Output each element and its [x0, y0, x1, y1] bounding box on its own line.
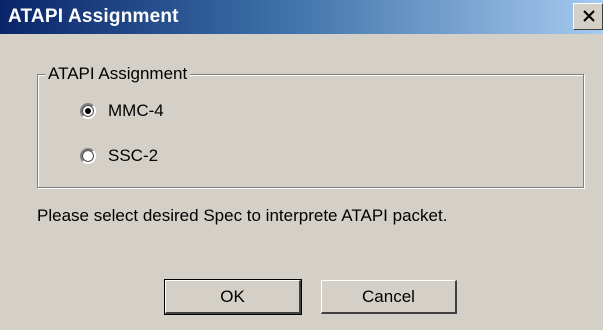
radio-selected-dot — [85, 108, 91, 114]
radio-button-selected[interactable] — [80, 103, 96, 119]
close-icon — [583, 10, 595, 22]
radio-mmc4[interactable]: MMC-4 — [80, 99, 164, 123]
radio-mmc4-label: MMC-4 — [108, 101, 164, 120]
instruction-text: Please select desired Spec to interprete… — [37, 206, 448, 225]
atapi-assignment-groupbox — [37, 74, 584, 188]
radio-button-unselected[interactable] — [80, 148, 96, 164]
atapi-assignment-dialog: ATAPI Assignment ATAPI Assignment MMC-4 … — [0, 0, 603, 330]
title-bar[interactable]: ATAPI Assignment — [0, 0, 603, 34]
radio-ssc2-label: SSC-2 — [108, 146, 159, 165]
radio-ssc2[interactable]: SSC-2 — [80, 144, 158, 168]
close-button[interactable] — [573, 3, 603, 30]
dialog-title: ATAPI Assignment — [8, 6, 179, 27]
cancel-button[interactable]: Cancel — [321, 280, 457, 314]
ok-button[interactable]: OK — [164, 279, 302, 315]
groupbox-legend: ATAPI Assignment — [45, 63, 191, 85]
